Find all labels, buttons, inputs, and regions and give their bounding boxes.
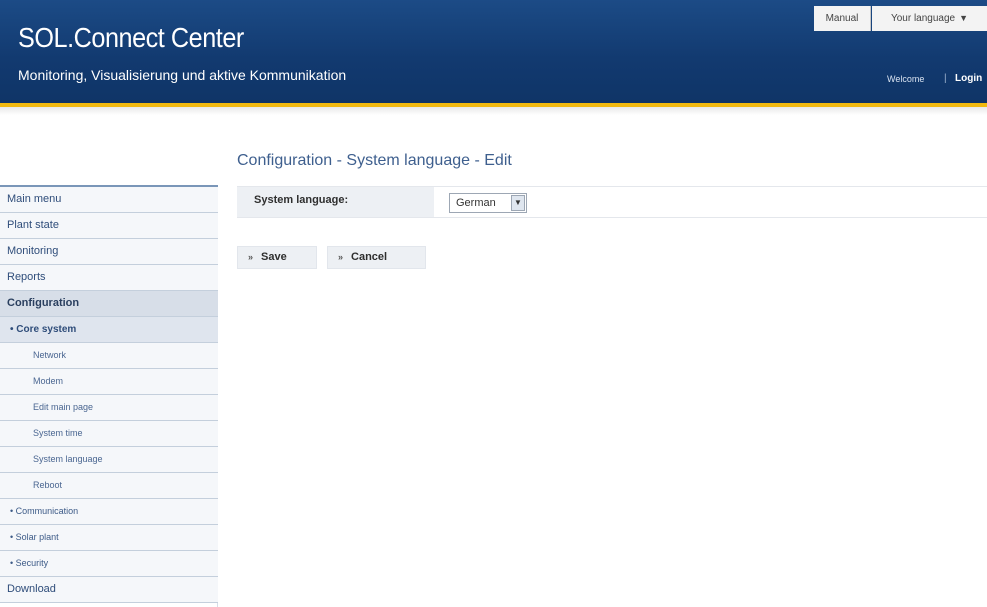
sidebar-item-communication[interactable]: • Communication [0, 499, 218, 525]
sidebar-item-core-system[interactable]: • Core system [0, 317, 218, 343]
sidebar-item-plant-state[interactable]: Plant state [0, 213, 218, 239]
sidebar-item-download[interactable]: Download [0, 577, 218, 603]
save-label: Save [261, 251, 287, 263]
app-header: SOL.Connect Center Monitoring, Visualisi… [0, 0, 987, 106]
sidebar-item-modem[interactable]: Modem [0, 369, 218, 395]
language-selector[interactable]: Your language ▼ [872, 6, 987, 31]
double-chevron-right-icon: » [338, 252, 344, 262]
sidebar-item-edit-main-page[interactable]: Edit main page [0, 395, 218, 421]
page-title: Configuration - System language - Edit [237, 152, 512, 169]
system-language-value: German [456, 197, 496, 209]
sidebar-item-system-time[interactable]: System time [0, 421, 218, 447]
sidebar-item-network[interactable]: Network [0, 343, 218, 369]
language-label: Your language [890, 13, 956, 24]
sidebar-item-solar-plant[interactable]: • Solar plant [0, 525, 218, 551]
cancel-label: Cancel [351, 251, 388, 263]
manual-link[interactable]: Manual [814, 6, 871, 31]
system-language-select[interactable]: German ▼ [449, 193, 527, 213]
save-button[interactable]: » Save [237, 246, 317, 269]
sidebar-item-reboot[interactable]: Reboot [0, 473, 218, 499]
app-subtitle: Monitoring, Visualisierung und aktive Ko… [18, 67, 347, 83]
welcome-text: Welcome [887, 74, 925, 84]
login-link[interactable]: Login [955, 73, 982, 84]
sidebar-item-main-menu[interactable]: Main menu [0, 187, 218, 213]
system-language-row: System language: German ▼ [237, 186, 987, 218]
header-separator: | [944, 73, 947, 84]
sidebar-item-monitoring[interactable]: Monitoring [0, 239, 218, 265]
sidebar-item-configuration[interactable]: Configuration [0, 291, 218, 317]
header-shadow [0, 107, 987, 115]
sidebar-item-reports[interactable]: Reports [0, 265, 218, 291]
sidebar-item-system-language[interactable]: System language [0, 447, 218, 473]
chevron-down-icon: ▼ [959, 13, 969, 23]
sidebar-nav: Main menu Plant state Monitoring Reports… [0, 185, 218, 603]
double-chevron-right-icon: » [248, 252, 254, 262]
cancel-button[interactable]: » Cancel [327, 246, 426, 269]
system-language-label: System language: [237, 187, 434, 217]
app-title: SOL.Connect Center [18, 22, 244, 53]
sidebar-item-security[interactable]: • Security [0, 551, 218, 577]
chevron-down-icon[interactable]: ▼ [511, 195, 525, 211]
